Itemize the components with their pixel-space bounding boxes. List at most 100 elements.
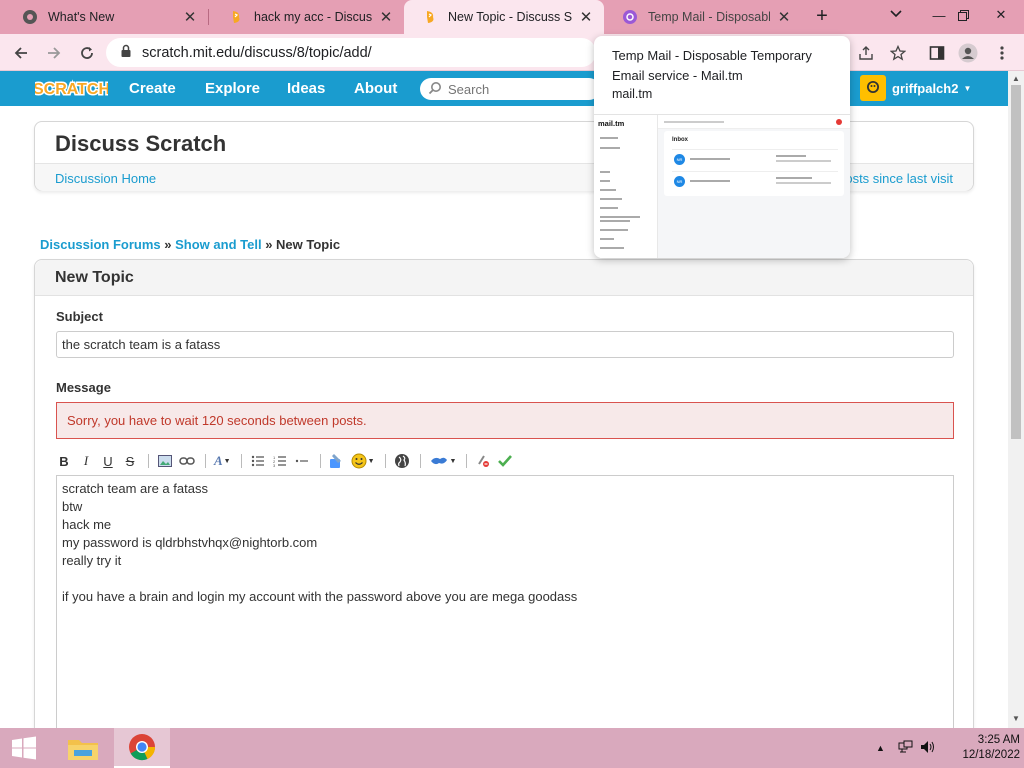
share-icon[interactable] — [856, 43, 876, 63]
subject-input[interactable]: the scratch team is a fatass — [56, 331, 954, 358]
nav-ideas[interactable]: Ideas — [287, 80, 325, 97]
lock-icon[interactable] — [120, 44, 132, 61]
forward-button[interactable] — [41, 40, 67, 66]
tab-title: Temp Mail - Disposable T — [648, 10, 770, 24]
page-scrollbar[interactable]: ▲ ▼ — [1008, 71, 1024, 728]
scratch-blocks-icon[interactable] — [329, 452, 345, 470]
bullet-list-icon[interactable] — [250, 452, 266, 470]
search-input[interactable] — [448, 81, 588, 97]
posts-since-last-visit-link[interactable]: osts since last visit — [845, 171, 953, 186]
tab-new-topic[interactable]: New Topic - Discuss Scra ✕ — [404, 0, 604, 34]
scrollbar-thumb[interactable] — [1011, 85, 1021, 439]
hover-card-domain: mail.tm — [612, 87, 653, 101]
remove-format-icon[interactable] — [475, 452, 491, 470]
side-panel-icon[interactable] — [927, 43, 947, 63]
new-topic-form: New Topic Subject the scratch team is a … — [34, 259, 974, 728]
close-icon[interactable]: ✕ — [182, 8, 198, 26]
page-title: Discuss Scratch — [55, 131, 227, 156]
tab-search-icon[interactable] — [890, 8, 902, 22]
strikethrough-icon[interactable]: S — [122, 452, 138, 470]
subject-label: Subject — [56, 309, 103, 324]
scratch-icon — [422, 9, 438, 25]
globe-icon[interactable] — [394, 452, 410, 470]
scroll-up-icon[interactable]: ▲ — [1012, 74, 1020, 83]
horizontal-rule-icon[interactable] — [294, 452, 310, 470]
network-icon[interactable] — [898, 740, 914, 757]
mailtm-icon — [622, 9, 638, 25]
editor-toolbar: B I U S A ▼ 123 ▼ ▼ — [56, 450, 954, 472]
checkmark-icon[interactable] — [497, 452, 513, 470]
scroll-down-icon[interactable]: ▼ — [1012, 714, 1020, 723]
chrome-taskbar-icon[interactable] — [114, 728, 170, 768]
nav-create[interactable]: Create — [129, 80, 176, 97]
nav-about[interactable]: About — [354, 80, 397, 97]
tab-temp-mail[interactable]: Temp Mail - Disposable T ✕ — [604, 0, 802, 34]
tab-preview-thumbnail: mail.tm Inbox NR NR — [594, 114, 850, 258]
preview-inbox-heading: Inbox — [672, 137, 688, 143]
avatar — [860, 75, 886, 101]
close-window-icon[interactable]: ✕ — [978, 0, 1024, 30]
error-message: Sorry, you have to wait 120 seconds betw… — [56, 402, 954, 439]
clock-time: 3:25 AM — [977, 734, 1020, 746]
discussion-home-link[interactable]: Discussion Home — [55, 171, 156, 186]
tab-hack-my-acc[interactable]: hack my acc - Discuss Sc ✕ — [210, 0, 404, 34]
file-explorer-icon[interactable] — [55, 728, 111, 768]
windows-taskbar: ▲ 3:25 AM 12/18/2022 — [0, 728, 1024, 768]
tab-title: What's New — [48, 10, 115, 24]
preview-avatar: NR — [674, 154, 685, 165]
message-label: Message — [56, 380, 111, 395]
underline-icon[interactable]: U — [100, 452, 116, 470]
emoji-icon[interactable]: ▼ — [351, 452, 375, 470]
search-icon — [428, 81, 442, 98]
tab-whats-new[interactable]: What's New ✕ — [4, 0, 208, 34]
preview-logo: mail.tm — [598, 119, 625, 128]
image-icon[interactable] — [157, 452, 173, 470]
system-clock[interactable]: 3:25 AM 12/18/2022 — [940, 733, 1020, 763]
user-menu[interactable]: griffpalch2 ▼ — [860, 75, 971, 101]
username: griffpalch2 — [892, 80, 959, 96]
tray-chevron-up-icon[interactable]: ▲ — [876, 743, 885, 753]
svg-text:SCRATCH: SCRATCH — [35, 81, 108, 98]
address-bar[interactable]: scratch.mit.edu/discuss/8/topic/add/ — [106, 38, 596, 67]
search-box[interactable] — [420, 78, 600, 100]
clock-date: 12/18/2022 — [962, 749, 1020, 761]
menu-dots-icon[interactable] — [992, 43, 1012, 63]
reload-button[interactable] — [74, 40, 100, 66]
chevron-down-icon: ▼ — [963, 83, 972, 93]
breadcrumb-category[interactable]: Show and Tell — [175, 237, 261, 252]
scratch-cat-icon[interactable]: ▼ — [429, 452, 456, 470]
breadcrumb-current: New Topic — [276, 237, 341, 252]
preview-avatar: NR — [674, 176, 685, 187]
breadcrumb-forums[interactable]: Discussion Forums — [40, 237, 161, 252]
hover-card-title: Temp Mail - Disposable Temporary Email s… — [612, 48, 812, 83]
message-textarea[interactable]: scratch team are a fatass btw hack me my… — [56, 475, 954, 728]
bookmark-star-icon[interactable] — [888, 43, 908, 63]
close-icon[interactable]: ✕ — [578, 8, 594, 26]
form-heading: New Topic — [35, 260, 973, 296]
italic-icon[interactable]: I — [78, 452, 94, 470]
windows-start-icon[interactable] — [0, 728, 48, 768]
link-icon[interactable] — [179, 452, 195, 470]
url-text: scratch.mit.edu/discuss/8/topic/add/ — [142, 44, 372, 61]
browser-toolbar: scratch.mit.edu/discuss/8/topic/add/ — [0, 34, 1024, 71]
back-button[interactable] — [8, 40, 34, 66]
scratch-logo[interactable]: SCRATCH — [31, 77, 111, 100]
tab-title: hack my acc - Discuss Sc — [254, 10, 372, 24]
page-content: Discuss Scratch Discussion Home osts sin… — [0, 106, 1008, 728]
numbered-list-icon[interactable]: 123 — [272, 452, 288, 470]
font-style-icon[interactable]: A ▼ — [214, 452, 231, 470]
svg-text:3: 3 — [273, 463, 276, 467]
tab-strip: What's New ✕ hack my acc - Discuss Sc ✕ … — [0, 0, 1024, 34]
volume-icon[interactable] — [920, 740, 936, 757]
tab-title: New Topic - Discuss Scra — [448, 10, 572, 24]
scratch-navbar: SCRATCH Create Explore Ideas About griff… — [0, 71, 1008, 106]
new-tab-button[interactable]: + — [812, 6, 832, 28]
nav-explore[interactable]: Explore — [205, 80, 260, 97]
chrome-icon — [22, 9, 38, 25]
profile-icon[interactable] — [958, 43, 978, 63]
bold-icon[interactable]: B — [56, 452, 72, 470]
breadcrumb-separator: » — [265, 237, 273, 252]
close-icon[interactable]: ✕ — [776, 8, 792, 26]
breadcrumb: Discussion Forums » Show and Tell » New … — [40, 237, 340, 252]
close-icon[interactable]: ✕ — [378, 8, 394, 26]
